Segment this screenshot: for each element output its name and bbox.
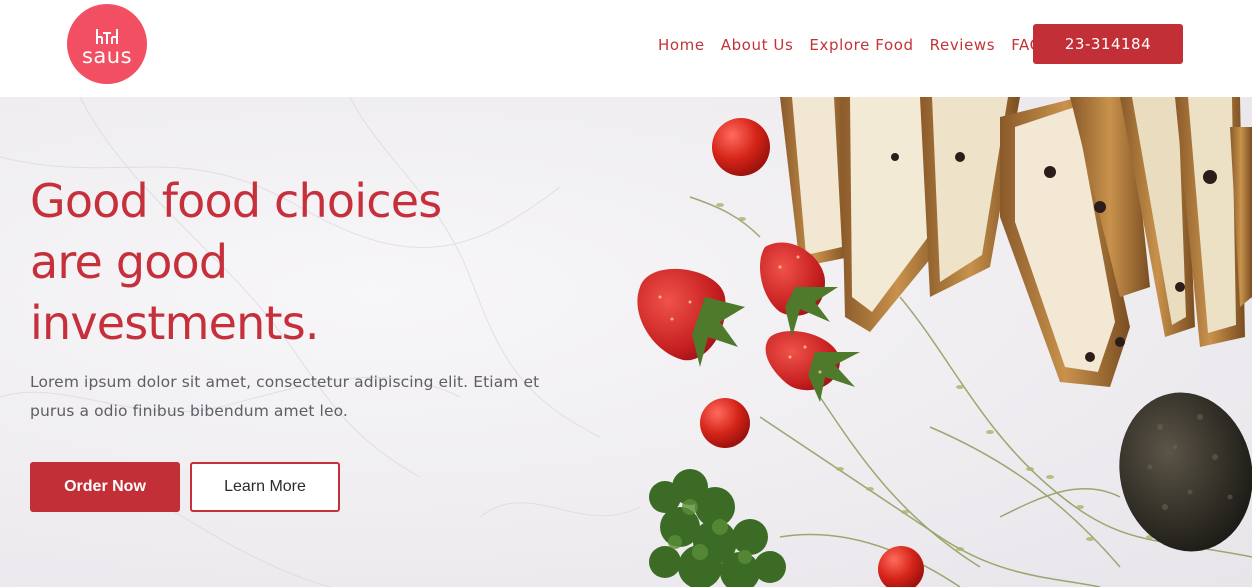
phone-button[interactable]: 23-314184 [1033, 24, 1183, 64]
hero-headline: Good food choices are good investments. [30, 171, 510, 354]
order-now-button[interactable]: Order Now [30, 462, 180, 512]
hero-section: Good food choices are good investments. … [0, 97, 1252, 587]
hero-subtext: Lorem ipsum dolor sit amet, consectetur … [30, 368, 570, 426]
nav-home[interactable]: Home [658, 35, 705, 55]
restaurant-table-icon [96, 28, 118, 44]
headline-line-1: Good food choices [30, 174, 442, 228]
headline-line-3: investments. [30, 296, 320, 350]
nav-about-us[interactable]: About Us [721, 35, 794, 55]
headline-line-2: are good [30, 235, 228, 289]
logo-text: saus [81, 43, 133, 68]
learn-more-button[interactable]: Learn More [190, 462, 340, 512]
main-nav: Home About Us Explore Food Reviews FAQ [658, 35, 1042, 55]
subtext-line-2: purus a odio finibus bibendum amet leo. [30, 402, 348, 420]
subtext-line-1: Lorem ipsum dolor sit amet, consectetur … [30, 373, 540, 391]
brand-logo[interactable]: saus [67, 4, 147, 84]
nav-explore-food[interactable]: Explore Food [809, 35, 913, 55]
site-header: saus Home About Us Explore Food Reviews … [0, 0, 1252, 97]
nav-reviews[interactable]: Reviews [930, 35, 996, 55]
